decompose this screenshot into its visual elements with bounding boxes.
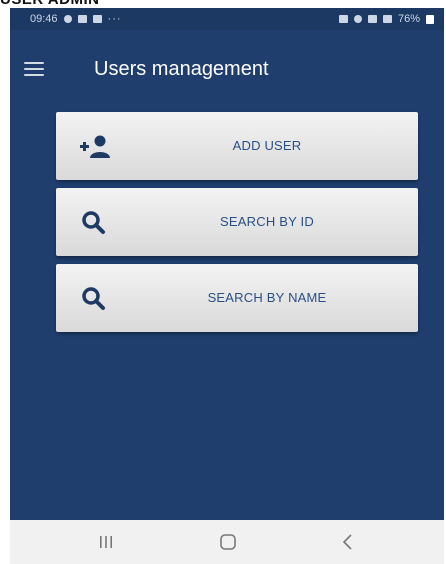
search-by-id-button[interactable]: SEARCH BY ID	[56, 188, 418, 256]
more-notifications-icon: ···	[107, 13, 122, 25]
page-title: Users management	[94, 58, 269, 80]
recents-icon[interactable]	[86, 528, 126, 556]
header-label: USER ADMIN	[0, 0, 99, 8]
phone-screen: 09:46 ··· 76% Users management ADD USER …	[10, 8, 444, 564]
search-by-name-button[interactable]: SEARCH BY NAME	[56, 264, 418, 332]
alarm-icon	[353, 15, 362, 23]
menu-list: ADD USER SEARCH BY ID SEARCH BY NAME	[56, 112, 418, 340]
message-icon	[92, 15, 102, 23]
hamburger-menu-icon[interactable]	[24, 62, 44, 76]
back-icon[interactable]	[328, 528, 368, 556]
status-left: 09:46 ···	[30, 13, 122, 25]
system-nav-bar	[10, 520, 444, 564]
home-icon[interactable]	[208, 528, 248, 556]
add-user-label: ADD USER	[232, 138, 302, 153]
search-by-id-label: SEARCH BY ID	[220, 214, 314, 229]
notification-icon	[63, 15, 72, 23]
cast-icon	[338, 15, 348, 23]
wifi-icon	[367, 15, 377, 23]
app-bar: Users management	[10, 44, 444, 90]
add-user-button[interactable]: ADD USER	[56, 112, 418, 180]
signal-icon	[382, 15, 392, 23]
menu-line	[24, 74, 44, 76]
gallery-icon	[77, 15, 87, 23]
menu-line	[24, 68, 44, 70]
menu-line	[24, 62, 44, 64]
search-by-name-label: SEARCH BY NAME	[207, 290, 327, 305]
search-icon	[80, 286, 114, 312]
battery-percent: 76%	[397, 13, 420, 25]
status-bar: 09:46 ··· 76%	[10, 8, 444, 30]
add-user-icon	[80, 134, 114, 160]
search-icon	[80, 210, 114, 236]
battery-icon	[426, 14, 434, 24]
status-time: 09:46	[30, 13, 58, 25]
status-right: 76%	[338, 13, 434, 25]
